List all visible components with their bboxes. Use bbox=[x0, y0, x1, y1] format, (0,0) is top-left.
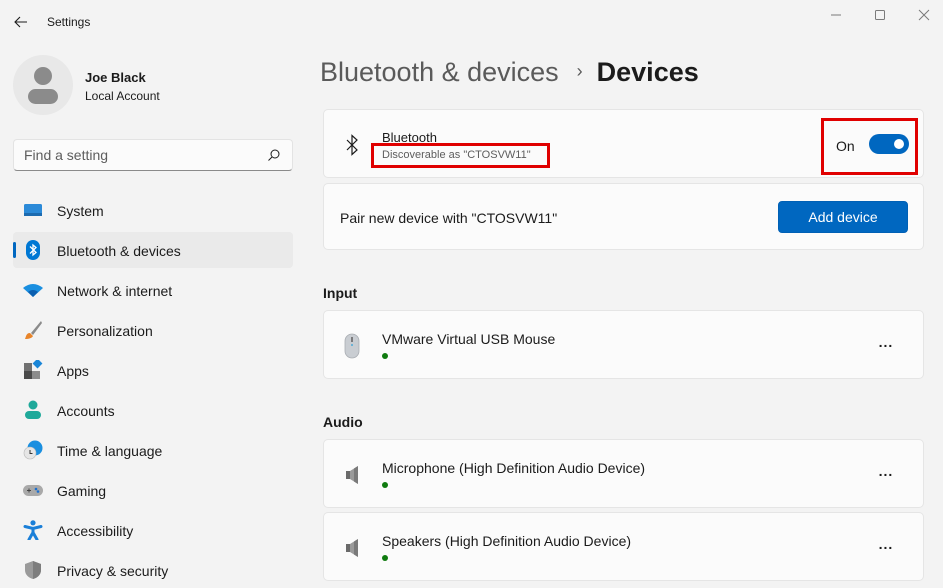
account-type: Local Account bbox=[85, 89, 160, 103]
search-box[interactable] bbox=[13, 139, 293, 171]
bluetooth-title: Bluetooth bbox=[382, 130, 437, 145]
bluetooth-icon bbox=[26, 240, 40, 260]
sidebar-item-apps[interactable]: Apps bbox=[13, 352, 293, 388]
system-icon bbox=[24, 204, 42, 216]
sidebar-item-network-internet[interactable]: Network & internet bbox=[13, 272, 293, 308]
sidebar-item-gaming[interactable]: Gaming bbox=[13, 472, 293, 508]
sidebar-item-accessibility[interactable]: Accessibility bbox=[13, 512, 293, 548]
search-icon[interactable] bbox=[267, 148, 281, 162]
sidebar-item-time-language[interactable]: Time & language bbox=[13, 432, 293, 468]
toggle-state-label: On bbox=[836, 138, 855, 154]
maximize-button[interactable] bbox=[868, 6, 892, 24]
discoverable-status: Discoverable as "CTOSVW11" bbox=[382, 149, 531, 161]
more-options-button[interactable]: ... bbox=[872, 333, 900, 357]
device-card[interactable]: VMware Virtual USB Mouse ... bbox=[323, 310, 924, 379]
connected-status-dot bbox=[382, 482, 388, 488]
sidebar-item-label: Gaming bbox=[57, 483, 107, 499]
device-name: Microphone (High Definition Audio Device… bbox=[382, 460, 646, 476]
speaker-icon bbox=[346, 466, 358, 484]
device-name: VMware Virtual USB Mouse bbox=[382, 331, 556, 347]
pair-device-card: Pair new device with "CTOSVW11" Add devi… bbox=[323, 183, 924, 250]
time-language-icon bbox=[23, 440, 43, 460]
minimize-button[interactable] bbox=[824, 6, 848, 24]
sidebar-item-privacy-security[interactable]: Privacy & security bbox=[13, 552, 293, 588]
active-indicator bbox=[13, 242, 16, 258]
sidebar-item-personalization[interactable]: Personalization bbox=[13, 312, 293, 348]
sidebar-item-label: Accounts bbox=[57, 403, 115, 419]
sidebar-item-label: Time & language bbox=[57, 443, 163, 459]
avatar-head-icon bbox=[34, 67, 52, 85]
sidebar-item-label: Accessibility bbox=[57, 523, 134, 539]
page-title: Devices bbox=[596, 57, 699, 87]
title-bar: Settings bbox=[0, 0, 943, 44]
section-title-audio: Audio bbox=[323, 414, 363, 430]
sidebar-item-label: System bbox=[57, 203, 104, 219]
wifi-icon bbox=[23, 284, 43, 297]
sidebar-item-label: Privacy & security bbox=[57, 563, 169, 579]
more-options-button[interactable]: ... bbox=[872, 462, 900, 486]
breadcrumb: Bluetooth & devices › Devices bbox=[320, 57, 699, 93]
connected-status-dot bbox=[382, 353, 388, 359]
brush-icon bbox=[25, 321, 42, 339]
device-name: Speakers (High Definition Audio Device) bbox=[382, 533, 632, 549]
device-card[interactable]: Speakers (High Definition Audio Device) … bbox=[323, 512, 924, 581]
sidebar-item-system[interactable]: System bbox=[13, 192, 293, 228]
sidebar-nav: System Bluetooth & devices Network & int… bbox=[13, 192, 293, 588]
sidebar-item-bluetooth-devices[interactable]: Bluetooth & devices bbox=[13, 232, 293, 268]
bluetooth-icon bbox=[346, 134, 358, 156]
sidebar-item-label: Personalization bbox=[57, 323, 153, 339]
more-options-button[interactable]: ... bbox=[872, 535, 900, 559]
user-name: Joe Black bbox=[85, 70, 146, 85]
shield-icon bbox=[25, 561, 41, 579]
avatar-body-icon bbox=[28, 89, 58, 104]
search-input[interactable] bbox=[24, 146, 264, 164]
apps-icon bbox=[24, 360, 43, 379]
avatar bbox=[13, 55, 73, 115]
breadcrumb-parent[interactable]: Bluetooth & devices bbox=[320, 57, 559, 87]
toggle-knob bbox=[894, 139, 904, 149]
accessibility-icon bbox=[23, 520, 43, 540]
bluetooth-toggle[interactable] bbox=[869, 134, 909, 154]
app-title: Settings bbox=[47, 15, 91, 29]
add-device-button[interactable]: Add device bbox=[778, 201, 908, 233]
back-arrow-icon[interactable] bbox=[10, 11, 32, 33]
pair-label: Pair new device with "CTOSVW11" bbox=[340, 210, 558, 226]
gamepad-icon bbox=[23, 485, 43, 496]
chevron-right-icon: › bbox=[576, 61, 583, 81]
accounts-icon bbox=[25, 400, 41, 419]
sidebar-item-label: Network & internet bbox=[57, 283, 173, 299]
speaker-icon bbox=[346, 539, 358, 557]
connected-status-dot bbox=[382, 555, 388, 561]
section-title-input: Input bbox=[323, 285, 358, 301]
mouse-icon bbox=[344, 333, 360, 359]
close-button[interactable] bbox=[912, 6, 936, 24]
bluetooth-card: Bluetooth Discoverable as "CTOSVW11" On bbox=[323, 109, 924, 178]
sidebar-item-label: Bluetooth & devices bbox=[57, 243, 181, 259]
sidebar-item-accounts[interactable]: Accounts bbox=[13, 392, 293, 428]
device-card[interactable]: Microphone (High Definition Audio Device… bbox=[323, 439, 924, 508]
sidebar-item-label: Apps bbox=[57, 363, 89, 379]
